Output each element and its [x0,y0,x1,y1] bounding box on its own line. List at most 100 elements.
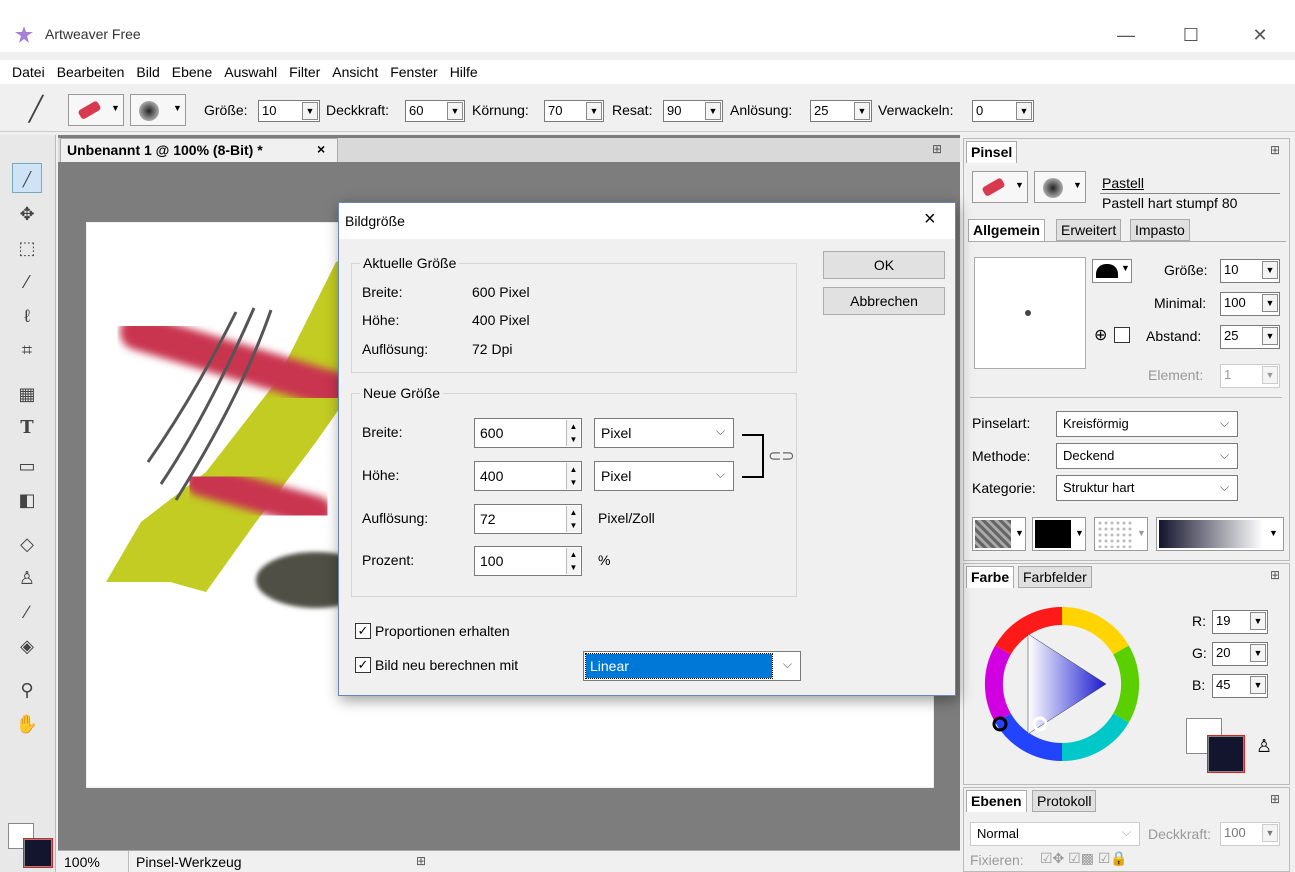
dialog-close-icon[interactable]: × [924,208,936,231]
height-unit-select[interactable]: Pixel ⌵ [594,461,734,491]
menu-fenster[interactable]: Fenster [384,60,443,84]
brush-category[interactable]: Pastell [1102,175,1144,191]
eraser-icon[interactable]: ◇ [12,529,42,559]
proportions-checkbox[interactable]: ✓ [355,623,371,639]
lasso-icon[interactable]: ℓ [12,301,42,331]
shape-tool-icon[interactable]: ▭ [12,451,42,481]
panel-menu-icon[interactable]: ⊞ [1270,792,1280,806]
magic-wand-icon[interactable]: ⁄ [12,267,42,297]
foreground-color-swatch[interactable] [23,838,53,868]
width-unit-select[interactable]: Pixel ⌵ [594,418,734,448]
brush-tip-picker[interactable]: ▼ [130,94,186,126]
brush-size-combo[interactable]: 10 ▼ [1220,259,1280,283]
menu-ansicht[interactable]: Ansicht [326,60,384,84]
resat-combo[interactable]: 90 ▼ [663,100,723,122]
chevron-down-icon: ▼ [705,102,721,120]
tab-allgemein[interactable]: Allgemein [968,219,1045,241]
chevron-down-icon: ▼ [1073,180,1082,190]
menu-bearbeiten[interactable]: Bearbeiten [51,60,131,84]
spacing-auto-checkbox[interactable] [1114,327,1130,343]
resample-method-select[interactable]: Linear ⌵ [583,651,801,681]
tab-protokoll[interactable]: Protokoll [1032,790,1097,812]
menu-datei[interactable]: Datei [6,60,51,84]
fill-bucket-icon[interactable]: ◈ [12,631,42,661]
chain-link-icon[interactable]: ⊂⊃ [768,446,795,466]
method-select[interactable]: Deckend ⌵ [1056,443,1238,469]
tab-impasto[interactable]: Impasto [1130,219,1190,241]
tab-pinsel[interactable]: Pinsel [966,141,1018,163]
jitter-combo[interactable]: 0 ▼ [972,100,1034,122]
move-tool-icon[interactable]: ✥ [12,199,42,229]
brush-tool-icon[interactable]: ╱ [14,92,58,128]
panel-menu-icon[interactable]: ⊞ [932,142,942,156]
eyedropper-icon[interactable]: ∕ [12,597,42,627]
document-tab[interactable]: Unbenannt 1 @ 100% (8-Bit) * × [60,138,338,162]
brush-name[interactable]: Pastell hart stumpf 80 [1102,195,1237,211]
spinner-icon[interactable]: ▲ ▼ [566,420,580,446]
layer-opacity-combo[interactable]: 100 ▼ [1220,822,1280,846]
gradient-picker[interactable]: ▼ [1156,517,1284,551]
status-menu-icon[interactable]: ⊞ [416,854,426,868]
size-combo[interactable]: 10 ▼ [258,100,320,122]
zoom-tool-icon[interactable]: ⚲ [12,675,42,705]
tab-farbe[interactable]: Farbe [966,566,1015,588]
stamp-icon[interactable]: ♙ [1256,736,1272,757]
crop-tool-icon[interactable]: ⌗ [12,335,42,365]
brush-type-select[interactable]: Kreisförmig ⌵ [1056,411,1238,437]
new-height-input[interactable]: 400 ▲ ▼ [474,461,582,491]
grain-combo[interactable]: 70 ▼ [544,100,604,122]
resample-checkbox[interactable]: ✓ [355,657,371,673]
pastel-stick-icon [78,101,101,119]
texture-picker[interactable]: ▼ [972,517,1026,551]
menu-filter[interactable]: Filter [283,60,326,84]
percent-input[interactable]: 100 ▲ ▼ [474,546,582,576]
tab-ebenen[interactable]: Ebenen [966,790,1027,812]
maximize-icon[interactable]: ☐ [1168,20,1214,50]
spinner-icon[interactable]: ▲ ▼ [566,463,580,489]
panel-menu-icon[interactable]: ⊞ [1270,568,1280,582]
minimal-combo[interactable]: 100 ▼ [1220,292,1280,316]
menu-auswahl[interactable]: Auswahl [218,60,283,84]
brush-preset-picker[interactable]: ▼ [972,171,1028,203]
brush-shape-picker[interactable]: ▼ [1092,259,1132,283]
opacity-combo[interactable]: 60 ▼ [405,100,465,122]
brush-preset-picker[interactable]: ▼ [68,94,124,126]
menu-ebene[interactable]: Ebene [166,60,218,84]
spacing-combo[interactable]: 25 ▼ [1220,325,1280,349]
brush-tip-picker[interactable]: ▼ [1034,171,1086,203]
new-width-input[interactable]: 600 ▲ ▼ [474,418,582,448]
minimize-icon[interactable]: — [1103,20,1149,50]
menu-hilfe[interactable]: Hilfe [444,60,484,84]
stamp-icon[interactable]: ♙ [12,563,42,593]
panel-menu-icon[interactable]: ⊞ [1270,143,1280,157]
foreground-color-swatch[interactable] [1207,735,1245,773]
hand-tool-icon[interactable]: ✋ [12,709,42,739]
menu-bild[interactable]: Bild [130,60,165,84]
spinner-icon[interactable]: ▲ ▼ [566,548,580,574]
g-combo[interactable]: 20 ▼ [1212,642,1268,666]
rect-select-icon[interactable]: ⬚ [12,233,42,263]
close-icon[interactable]: ✕ [1237,20,1283,50]
lock-options-icon[interactable]: ☑✥ ☑▩ ☑🔒 [1040,850,1128,867]
r-combo[interactable]: 19 ▼ [1212,610,1268,634]
chevron-down-icon: ▼ [1250,612,1266,630]
dissolve-combo[interactable]: 25 ▼ [810,100,872,122]
new-resolution-input[interactable]: 72 ▲ ▼ [474,504,582,534]
perspective-icon[interactable]: ▦ [12,379,42,409]
cancel-button[interactable]: Abbrechen [823,287,945,315]
blend-mode-select[interactable]: Normal ⌵ [970,822,1140,846]
grain-picker[interactable]: ▼ [1094,517,1148,551]
text-tool-icon[interactable]: T [12,413,42,443]
pattern-picker[interactable]: ▼ [1032,517,1086,551]
brush-type-label: Pinselart: [972,415,1031,431]
spinner-icon[interactable]: ▲ ▼ [566,506,580,532]
close-tab-icon[interactable]: × [317,141,325,157]
brush-tool-icon[interactable]: ╱ [12,163,42,193]
ok-button[interactable]: OK [823,251,945,279]
tab-erweitert[interactable]: Erweitert [1056,219,1122,241]
tab-farbfelder[interactable]: Farbfelder [1018,566,1092,588]
color-wheel[interactable] [984,594,1144,784]
gradient-tool-icon[interactable]: ◧ [12,485,42,515]
category-select[interactable]: Struktur hart ⌵ [1056,475,1238,501]
b-combo[interactable]: 45 ▼ [1212,674,1268,698]
